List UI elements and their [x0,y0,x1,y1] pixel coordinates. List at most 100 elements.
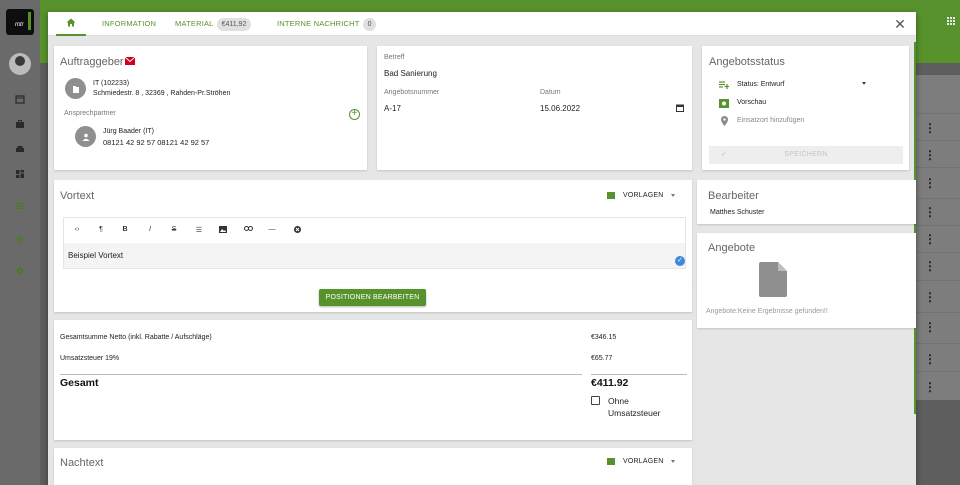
calendar-icon[interactable] [14,94,25,105]
company-address: Schmiedestr. 8 , 32369 , Rahden-Pr.Ströh… [93,90,231,97]
list-icon[interactable]: ☰ [193,226,205,234]
row-menu-icon[interactable]: ⋮ [924,206,936,218]
nachtext-card: Nachtext VORLAGEN [54,448,692,485]
clear-format-icon[interactable] [291,226,303,235]
location-pin-icon [721,116,728,126]
client-title-text: Auftraggeber [60,56,124,68]
italic-icon[interactable]: I [144,226,156,233]
tab-home[interactable] [56,12,86,36]
grand-total-value: €411.92 [591,377,629,389]
chevron-down-icon[interactable] [862,82,866,85]
company-id[interactable]: IT (102233) [93,80,129,87]
tab-material-label: MATERIAL [175,19,214,28]
positions-card: POSITIONEN BEARBEITEN [54,283,692,312]
building-icon [72,85,79,93]
check-icon: ✓ [721,151,728,158]
status-select[interactable]: Status: Entwurf [737,81,784,88]
car-icon[interactable] [14,144,25,155]
row-menu-icon[interactable]: ⋮ [924,233,936,245]
tab-information[interactable]: INFORMATION [102,12,156,36]
row-menu-icon[interactable]: ⋮ [924,321,936,333]
client-title: Auftraggeber [60,56,135,68]
close-icon[interactable]: ✕ [893,17,907,31]
subject-input[interactable]: Bad Sanierung [384,69,437,78]
no-tax-label-1: Ohne [608,396,629,406]
row-menu-icon[interactable]: ⋮ [924,177,936,189]
dashboard-icon[interactable] [14,169,25,180]
subject-card: Betreff Bad Sanierung Angebotsnummer A-1… [377,46,692,170]
templates-icon [607,458,615,465]
contact-label: Ansprechpartner [64,110,116,117]
row-menu-icon[interactable]: ⋮ [924,291,936,303]
date-input[interactable]: 15.06.2022 [540,104,580,113]
row-menu-icon[interactable]: ⋮ [924,353,936,365]
vortext-editor-body[interactable]: Beispiel Vortext ✓ [64,243,685,268]
playlist-add-icon [719,81,729,89]
user-avatar[interactable] [9,53,31,75]
offer-number-label: Angebotsnummer [384,89,440,96]
save-button[interactable]: ✓ SPEICHERN [709,146,903,164]
vortext-card: Vortext VORLAGEN ‹› ¶ B I S ☰ — Beispiel… [54,180,692,284]
link-icon[interactable] [242,226,254,233]
grand-total-label: Gesamt [60,377,99,389]
vortext-templates-button[interactable]: VORLAGEN [623,192,664,199]
messages-badge: 0 [362,18,377,31]
status-card: Angebotsstatus Status: Entwurf Vorschau … [702,46,909,170]
chevron-down-icon[interactable] [671,460,675,463]
save-button-label: SPEICHERN [784,151,828,158]
chevron-down-icon[interactable] [671,194,675,197]
editor-title: Bearbeiter [708,190,759,202]
briefcase-icon[interactable] [14,119,25,130]
net-total-label: Gesamtsumme Netto (inkl. Rabatte / Aufsc… [60,334,212,341]
contact-name[interactable]: Jürg Baader (IT) [103,128,154,135]
tab-messages-label: INTERNE NACHRICHT [277,19,360,28]
offers-card: Angebote Angebote:Keine Ergebnisse gefun… [697,233,916,328]
offer-number-input[interactable]: A-17 [384,104,401,113]
vortext-content: Beispiel Vortext [68,251,124,260]
row-menu-icon[interactable]: ⋮ [924,260,936,272]
scroll-indicator[interactable] [914,42,916,414]
strikethrough-icon[interactable]: S [168,226,180,233]
add-contact-icon[interactable]: + [349,109,360,120]
row-menu-icon[interactable]: ⋮ [924,149,936,161]
background-table [915,75,960,400]
row-menu-icon[interactable]: ⋮ [924,122,936,134]
sliders-icon[interactable] [14,201,25,212]
tax-label: Umsatzsteuer 19% [60,355,120,362]
apps-grid-icon[interactable] [946,16,955,25]
paragraph-icon[interactable]: ¶ [95,226,107,233]
edit-positions-button[interactable]: POSITIONEN BEARBEITEN [319,289,426,306]
image-icon[interactable] [217,226,229,235]
contact-avatar [75,126,96,147]
location-link[interactable]: Einsatzort hinzufügen [737,117,804,124]
offers-empty-message: Angebote:Keine Ergebnisse gefunden!! [706,308,828,315]
row-menu-icon[interactable]: ⋮ [924,381,936,393]
company-avatar [65,78,86,99]
preview-link[interactable]: Vorschau [737,99,766,106]
templates-icon [607,192,615,199]
code-icon[interactable]: ‹› [71,226,83,233]
mail-icon[interactable] [124,56,135,65]
app-sidebar: mtr [0,0,40,485]
status-title: Angebotsstatus [709,56,785,68]
tab-material[interactable]: MATERIAL €411,92 [175,12,252,36]
settings-gear-icon[interactable] [14,266,25,277]
editor-name: Matthes Schuster [710,209,765,216]
tab-internal-messages[interactable]: INTERNE NACHRICHT 0 [277,12,377,36]
net-total-value: €346.15 [591,334,617,341]
horizontal-rule-icon[interactable]: — [266,226,278,233]
fan-icon[interactable] [14,234,25,245]
total-divider [591,374,687,375]
editor-card: Bearbeiter Matthes Schuster [697,180,916,224]
bold-icon[interactable]: B [119,226,131,233]
nachtext-title: Nachtext [60,457,104,469]
calendar-icon[interactable] [676,104,684,112]
nachtext-templates-button[interactable]: VORLAGEN [623,458,664,465]
app-logo: mtr [6,9,34,35]
home-icon [66,18,76,27]
no-tax-checkbox[interactable] [591,396,600,405]
contact-phone: 08121 42 92 57 08121 42 92 57 [103,138,210,147]
vortext-title: Vortext [60,190,95,202]
logo-text: mtr [15,22,24,28]
editor-toolbar: ‹› ¶ B I S ☰ — [64,218,685,243]
